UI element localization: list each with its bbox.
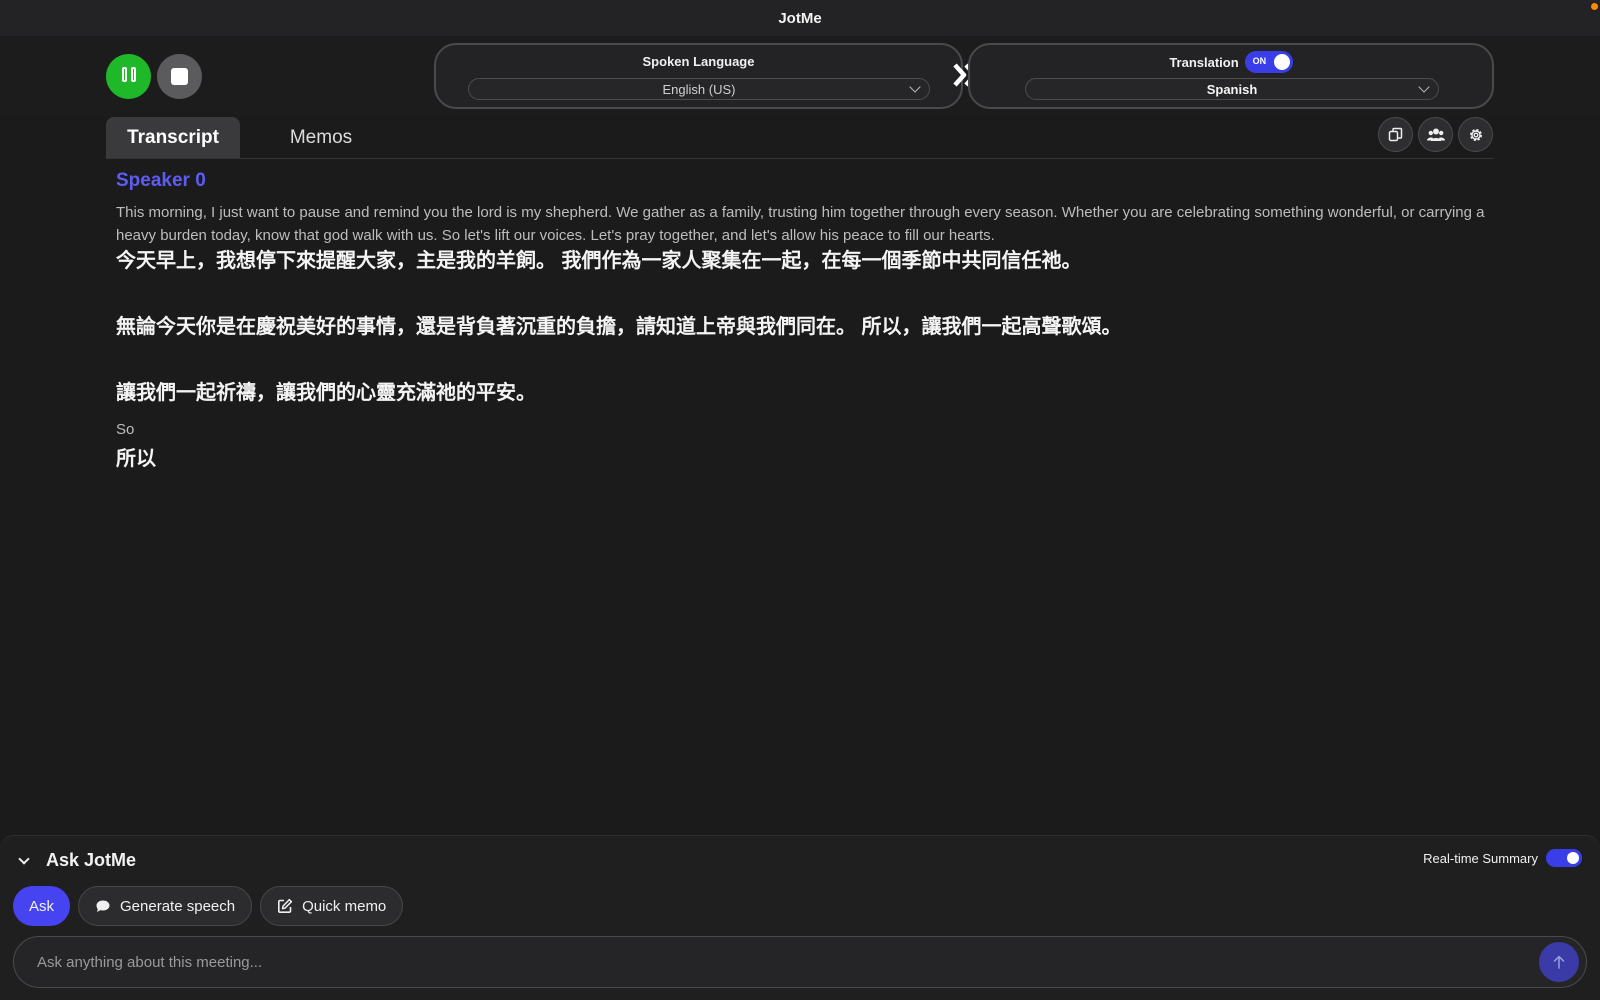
translation-toggle-text: ON: [1252, 56, 1267, 66]
spoken-language-value: English (US): [662, 81, 736, 97]
realtime-summary: Real-time Summary: [1423, 849, 1582, 867]
translation-panel: Translation ON Spanish: [968, 43, 1494, 109]
transcript-source-text: So: [116, 421, 135, 438]
translation-toggle[interactable]: ON: [1244, 51, 1293, 73]
tab-bar: Transcript Memos: [106, 117, 1494, 159]
speaker-label[interactable]: Speaker 0: [116, 170, 1496, 192]
chevron-down-icon: [909, 81, 921, 93]
transcript-translation-line: 讓我們一起祈禱，讓我們的心靈充滿祂的平安。: [116, 382, 536, 404]
spoken-language-panel: Spoken Language English (US): [434, 43, 963, 109]
users-icon: [1426, 128, 1445, 141]
toggle-knob: [1567, 852, 1579, 864]
spoken-language-select[interactable]: English (US): [468, 78, 930, 100]
quick-memo-label: Quick memo: [302, 897, 387, 915]
toggle-knob: [1273, 54, 1290, 70]
quick-memo-chip[interactable]: Quick memo: [260, 886, 404, 926]
ask-header[interactable]: Ask JotMe: [18, 850, 137, 871]
transcript-area: Speaker 0 This morning, I just want to p…: [116, 170, 1496, 471]
notification-dot: [1591, 3, 1598, 10]
ask-chip[interactable]: Ask: [13, 886, 71, 926]
ask-title: Ask JotMe: [46, 850, 137, 870]
tab-memos[interactable]: Memos: [271, 117, 371, 158]
transcript-translation-line: 所以: [116, 448, 156, 470]
transcript-source-text: This morning, I just want to pause and r…: [116, 204, 1485, 244]
translation-language-select[interactable]: Spanish: [1025, 78, 1439, 100]
app-title: JotMe: [778, 9, 822, 27]
generate-speech-chip[interactable]: Generate speech: [78, 886, 253, 926]
generate-speech-label: Generate speech: [120, 897, 236, 915]
gear-icon: [1469, 128, 1482, 141]
transcript-translation-line: 今天早上，我想停下來提醒大家，主是我的羊飼。 我們作為一家人聚集在一起，在每一個…: [116, 250, 1082, 272]
ask-chip-label: Ask: [29, 897, 55, 915]
speakers-button[interactable]: [1418, 117, 1453, 152]
edit-icon: [278, 898, 293, 913]
chevron-down-icon[interactable]: [18, 852, 30, 865]
title-bar: JotMe: [0, 0, 1600, 36]
top-bar: Spoken Language English (US) Translation…: [0, 36, 1600, 116]
send-button[interactable]: [1539, 942, 1579, 982]
arrow-up-icon: [1553, 955, 1565, 969]
ask-input[interactable]: Ask anything about this meeting...: [13, 936, 1587, 988]
realtime-summary-toggle[interactable]: [1546, 849, 1582, 867]
spoken-language-title: Spoken Language: [642, 54, 755, 69]
realtime-summary-label: Real-time Summary: [1423, 850, 1538, 866]
tab-transcript[interactable]: Transcript: [106, 117, 240, 158]
chevron-down-icon: [1418, 81, 1430, 93]
pause-icon: [120, 66, 138, 87]
settings-button[interactable]: [1458, 117, 1493, 152]
translation-language-value: Spanish: [1206, 81, 1258, 97]
copy-button[interactable]: [1378, 117, 1413, 152]
action-chips: Ask Generate speech Quick memo: [13, 886, 404, 926]
ask-input-placeholder: Ask anything about this meeting...: [37, 953, 263, 971]
speech-bubble-icon: [96, 900, 110, 912]
stop-button[interactable]: [157, 54, 202, 99]
ask-panel: Ask JotMe Real-time Summary Ask Generate…: [0, 835, 1600, 1000]
pause-button[interactable]: [106, 54, 151, 99]
stop-icon: [171, 68, 188, 85]
transcript-translation-line: 無論今天你是在慶祝美好的事情，還是背負著沉重的負擔，請知道上帝與我們同在。 所以…: [116, 316, 1122, 338]
translation-label: Translation: [1169, 54, 1239, 70]
copy-icon: [1388, 127, 1403, 142]
